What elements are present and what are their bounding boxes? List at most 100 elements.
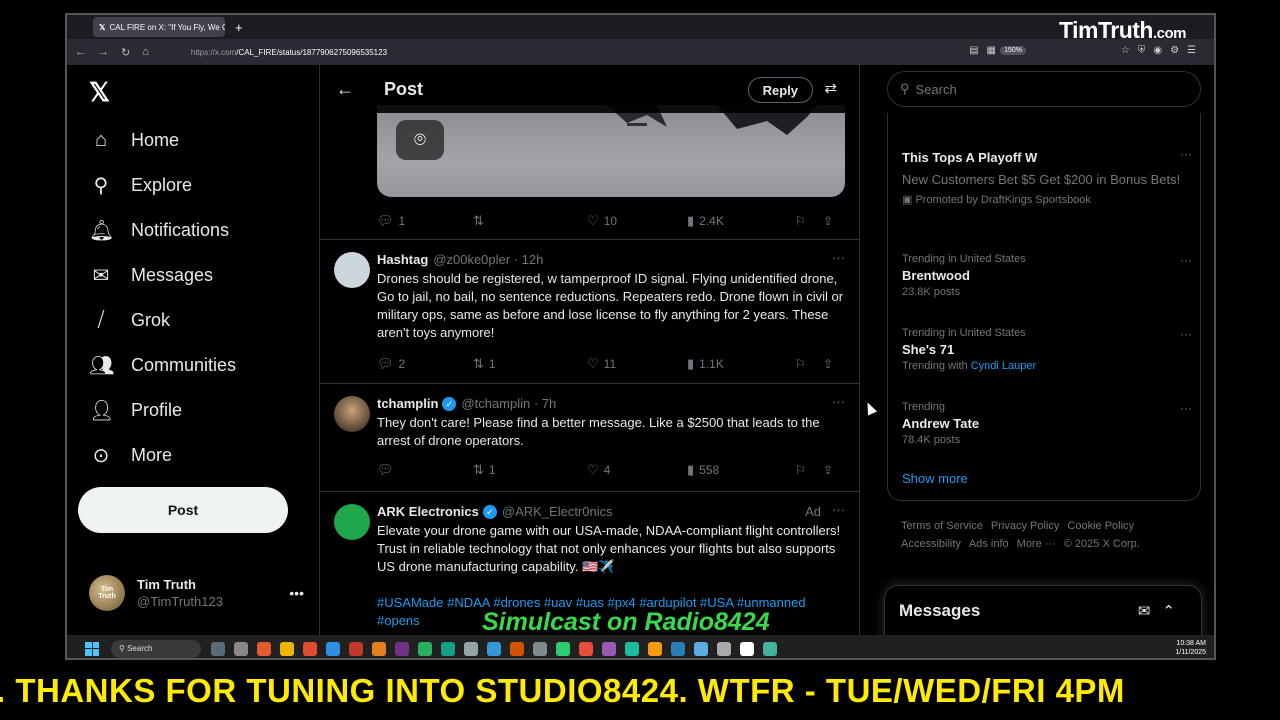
home-browser-icon[interactable]: ⌂ (142, 46, 149, 58)
more-dots-icon[interactable]: ··· (1180, 147, 1192, 161)
app-icon[interactable] (740, 641, 754, 656)
app-icon[interactable] (487, 641, 501, 656)
nav-more[interactable]: ⊙ More (89, 440, 172, 470)
app-icon[interactable] (395, 641, 409, 656)
trend-item[interactable]: Trending Andrew Tate 78.4K posts ··· (902, 401, 1192, 446)
app-icon[interactable] (763, 641, 777, 656)
more-dots-icon[interactable]: ··· (1180, 253, 1192, 267)
nav-grok[interactable]: ⧸ Grok (89, 305, 170, 335)
repost-action[interactable]: ⇅ (473, 213, 587, 229)
repost-icon: ⇅ (473, 462, 484, 477)
account-switcher[interactable]: Tim Truth Tim Truth @TimTruth123 ••• (89, 575, 304, 611)
forward-icon[interactable]: → (98, 46, 109, 58)
avatar[interactable] (334, 504, 370, 540)
back-arrow-icon[interactable]: ← (336, 79, 354, 100)
repost-icon: ⇅ (473, 213, 484, 228)
app-icon[interactable] (510, 641, 524, 656)
app-icon[interactable] (648, 641, 662, 656)
reply-action[interactable]: 💬︎ (377, 462, 473, 478)
app-icon[interactable] (234, 641, 248, 656)
lens-icon[interactable]: ⌾ (396, 120, 444, 160)
app-icon[interactable] (579, 641, 593, 656)
views-action[interactable]: ▮ 558 (687, 462, 795, 478)
browser-tab[interactable]: 𝕏 CAL FIRE on X: "If You Fly, We C ✕ (93, 17, 225, 37)
bookmark-icon[interactable]: ⚐ (795, 357, 823, 371)
grok-icon: ⧸ (97, 308, 105, 331)
verified-badge-icon: ✓ (442, 396, 457, 411)
avatar[interactable] (334, 252, 370, 288)
app-icon[interactable] (257, 641, 271, 656)
app-icon[interactable] (717, 641, 731, 656)
more-dots-icon[interactable]: ··· (1180, 401, 1192, 415)
avatar[interactable] (334, 396, 370, 432)
nav-messages[interactable]: ✉ Messages (89, 260, 213, 290)
app-icon[interactable] (211, 641, 225, 656)
bookmark-icon[interactable]: ⚐ (795, 214, 823, 228)
trend-item[interactable]: Trending in United States Brentwood 23.8… (902, 253, 1192, 298)
nav-communities[interactable]: 👥︎ Communities (89, 350, 236, 380)
app-icon[interactable] (280, 641, 294, 656)
back-icon[interactable]: ← (75, 46, 86, 58)
app-icon[interactable] (418, 641, 432, 656)
share-icon[interactable]: ⇪ (823, 357, 833, 371)
more-dots-icon[interactable]: ••• (289, 585, 304, 601)
show-more-link[interactable]: Show more (902, 471, 968, 486)
reply-button[interactable]: Reply (747, 77, 813, 103)
filter-icon[interactable]: ⇄ (824, 79, 837, 97)
more-dots-icon[interactable]: ··· (1180, 327, 1192, 341)
nav-notifications[interactable]: 🔔︎ Notifications (89, 215, 229, 245)
promoted-trend[interactable]: This Tops A Playoff W New Customers Bet … (902, 147, 1192, 206)
reply-tweet[interactable]: Hashtag @z00ke0pler · 12h ··· Drones sho… (320, 239, 859, 383)
post-button[interactable]: Post (78, 487, 288, 533)
nav-profile[interactable]: 👤︎ Profile (89, 395, 182, 425)
reply-action[interactable]: 💬︎ 2 (377, 356, 473, 372)
extension-icons[interactable]: ☆⛨◉⚙☰ (1121, 45, 1204, 56)
like-action[interactable]: ♡ 4 (587, 462, 687, 478)
reader-icons[interactable]: ▤▦ (969, 45, 1004, 56)
trend-link[interactable]: Cyndi Lauper (971, 360, 1036, 372)
repost-action[interactable]: ⇅ 1 (473, 462, 587, 478)
views-action[interactable]: ▮ 1.1K (687, 356, 795, 372)
system-clock[interactable]: 10:38 AM 1/11/2025 (1175, 639, 1206, 657)
more-dots-icon[interactable]: ··· (832, 502, 845, 517)
user-handle: @TimTruth123 (137, 594, 223, 609)
like-action[interactable]: ♡ 11 (587, 356, 687, 372)
app-icon[interactable] (602, 641, 616, 656)
app-icon[interactable] (441, 641, 455, 656)
app-icon[interactable] (326, 641, 340, 656)
new-tab-button[interactable]: + (235, 20, 243, 35)
nav-home[interactable]: ⌂ Home (89, 125, 179, 155)
nav-explore[interactable]: ⚲ Explore (89, 170, 192, 200)
app-icon[interactable] (303, 641, 317, 656)
app-icon[interactable] (372, 641, 386, 656)
home-icon: ⌂ (94, 128, 108, 151)
address-field[interactable]: https://x.com/CAL_FIRE/status/1877906275… (191, 48, 387, 57)
views-action[interactable]: ▮ 2.4K (687, 213, 795, 229)
app-icon[interactable] (671, 641, 685, 656)
bookmark-icon[interactable]: ⚐ (795, 463, 823, 477)
reply-action[interactable]: 💬︎ 1 (377, 213, 473, 229)
app-icon[interactable] (349, 641, 363, 656)
trend-item[interactable]: Trending in United States She's 71 Trend… (902, 327, 1192, 372)
share-icon[interactable]: ⇪ (823, 214, 833, 228)
app-icon[interactable] (464, 641, 478, 656)
more-dots-icon[interactable]: ··· (832, 250, 845, 265)
zoom-badge[interactable]: 150% (1000, 46, 1026, 55)
share-icon[interactable]: ⇪ (823, 463, 833, 477)
app-icon[interactable] (533, 641, 547, 656)
search-input[interactable]: ⚲ Search (887, 71, 1201, 107)
app-icon[interactable] (625, 641, 639, 656)
windows-start-icon[interactable] (85, 641, 99, 656)
more-dots-icon[interactable]: ··· (832, 394, 845, 409)
x-logo-icon[interactable]: 𝕏 (89, 77, 110, 108)
app-icon[interactable] (556, 641, 570, 656)
ticker-text: . THANKS FOR TUNING INTO STUDIO8424. WTF… (0, 672, 1125, 709)
app-icon[interactable] (694, 641, 708, 656)
taskbar-search[interactable]: ⚲ Search (111, 639, 201, 658)
compose-message-icon[interactable]: ✉⌃ (1138, 602, 1187, 620)
reply-tweet[interactable]: tchamplin ✓ @tchamplin · 7h ··· They don… (320, 383, 859, 491)
post-media[interactable]: ⌾ (377, 105, 845, 197)
like-action[interactable]: ♡ 10 (587, 213, 687, 229)
reload-icon[interactable]: ↻ (121, 46, 130, 59)
repost-action[interactable]: ⇅ 1 (473, 356, 587, 372)
